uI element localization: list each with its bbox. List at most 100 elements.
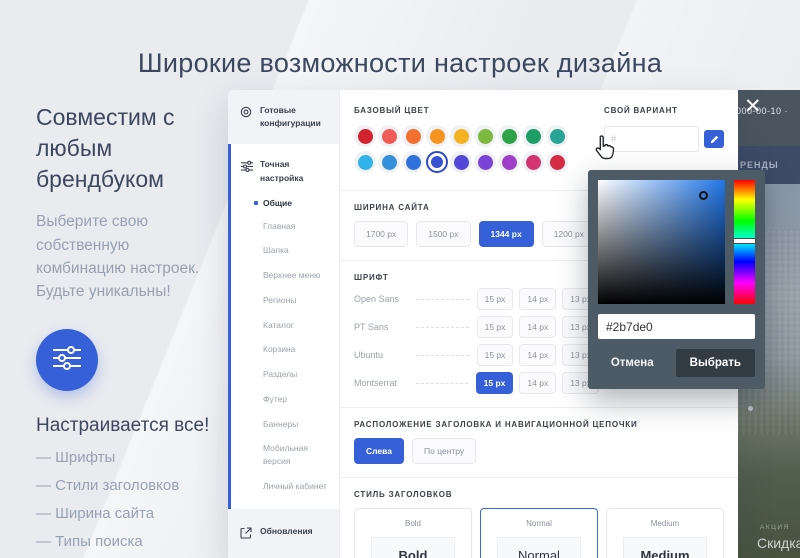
color-swatch-dot [502, 155, 517, 170]
color-swatch-dot [382, 129, 397, 144]
feature-item: — Ширина сайта [36, 505, 222, 522]
color-picker-button[interactable] [704, 130, 724, 148]
color-swatch-dot [454, 129, 469, 144]
font-size-button[interactable]: 15 px [477, 316, 514, 338]
section-divider [340, 407, 738, 408]
width-option-button[interactable]: 1500 px [416, 221, 470, 247]
leader-line [416, 299, 469, 300]
width-options: 1700 px1500 px1344 px1200 px [354, 221, 599, 247]
cancel-button[interactable]: Отмена [605, 356, 660, 370]
color-swatch[interactable] [546, 125, 568, 147]
font-size-button[interactable]: 15 px [476, 372, 514, 394]
color-swatch[interactable] [474, 151, 496, 173]
sidebar-item[interactable]: Шапка [263, 244, 331, 257]
left-heading: Совместим с любым брендбуком [36, 102, 222, 194]
sidebar-item[interactable]: Каталог [263, 319, 331, 332]
color-swatch-dot [431, 156, 443, 168]
color-swatch[interactable] [354, 125, 376, 147]
close-icon[interactable]: ✕ [742, 94, 764, 119]
hue-slider[interactable] [734, 180, 755, 304]
heading-style-cards: BoldBoldNormalNormalMediumMedium [354, 508, 724, 558]
sidebar-item-label: Обновления [260, 525, 313, 538]
sidebar-item-general-active[interactable]: Общие [254, 198, 331, 208]
sidebar-item[interactable]: Личный кабинет [263, 480, 331, 493]
color-swatch[interactable] [426, 125, 448, 147]
sidebar-item[interactable]: Верхнее меню [263, 269, 331, 282]
swatch-row [354, 151, 568, 173]
sidebar-item[interactable]: Футер [263, 393, 331, 406]
font-size-button[interactable]: 14 px [519, 316, 556, 338]
heading-style-card[interactable]: BoldBold [354, 508, 472, 558]
font-size-button[interactable]: 14 px [519, 372, 556, 394]
font-name: Open Sans [354, 294, 416, 304]
export-box-icon [240, 526, 252, 544]
heading-layout-section: РАСПОЛОЖЕНИЕ ЗАГОЛОВКА И НАВИГАЦИОННОЙ Ц… [354, 420, 724, 464]
color-swatch[interactable] [498, 151, 520, 173]
left-column: Совместим с любым брендбуком Выберите св… [36, 102, 222, 558]
saturation-area[interactable] [598, 180, 725, 304]
color-swatch[interactable] [546, 151, 568, 173]
color-swatch[interactable] [354, 151, 376, 173]
font-size-button[interactable]: 14 px [519, 288, 556, 310]
font-size-button[interactable]: 14 px [519, 344, 556, 366]
custom-color-input[interactable] [604, 126, 699, 152]
preview-menu-item: РЕНДЫ [740, 160, 779, 170]
heading-style-card[interactable]: NormalNormal [480, 508, 598, 558]
color-swatch[interactable] [498, 125, 520, 147]
feature-item: — Типы поиска [36, 533, 222, 550]
color-swatch[interactable] [402, 125, 424, 147]
heading-style-label: Medium [607, 519, 723, 528]
section-label: СВОЙ ВАРИАНТ [604, 106, 724, 115]
layout-option-button[interactable]: По центру [412, 438, 476, 464]
filter-badge [36, 329, 98, 391]
color-swatch[interactable] [450, 125, 472, 147]
sidebar-item[interactable]: Регионы [263, 294, 331, 307]
confirm-button[interactable]: Выбрать [676, 349, 755, 377]
sidebar-item-fine-tuning[interactable]: Точная настройка [241, 158, 331, 184]
sidebar-item[interactable]: Главная [263, 220, 331, 233]
color-swatch[interactable] [474, 125, 496, 147]
width-option-button[interactable]: 1700 px [354, 221, 408, 247]
section-label: СТИЛЬ ЗАГОЛОВКОВ [354, 490, 724, 499]
sidebar-item[interactable]: Корзина [263, 343, 331, 356]
font-size-button[interactable]: 15 px [477, 344, 514, 366]
hex-value-input[interactable] [598, 314, 755, 339]
swatch-row [354, 125, 568, 147]
color-swatch-dot [550, 155, 565, 170]
color-swatch-dot [430, 129, 445, 144]
leader-line [416, 383, 468, 384]
color-swatch[interactable] [402, 151, 424, 173]
sidebar-item[interactable]: Мобильная версия [263, 442, 331, 468]
sidebar-item-ready-configs[interactable]: Готовые конфигурации [228, 90, 339, 144]
sidebar-bottom: Обновления Получить демо-доступ [228, 509, 339, 558]
font-size-button[interactable]: 15 px [477, 288, 514, 310]
saturation-marker-icon[interactable] [699, 191, 708, 200]
color-swatch[interactable] [378, 125, 400, 147]
sidebar-item-label: Точная настройка [260, 158, 331, 184]
color-swatch[interactable] [522, 125, 544, 147]
section-label: РАСПОЛОЖЕНИЕ ЗАГОЛОВКА И НАВИГАЦИОННОЙ Ц… [354, 420, 724, 429]
hue-handle[interactable] [733, 238, 756, 244]
feature-list: — Шрифты— Стили заголовков— Ширина сайта… [36, 449, 222, 558]
sidebar-items: Главная Шапка Верхнее меню Регионы Каталог Ко… [263, 220, 331, 493]
color-swatch[interactable] [378, 151, 400, 173]
width-option-button[interactable]: 1344 px [479, 221, 534, 247]
leader-line [416, 355, 469, 356]
left-subheading: Настраивается все! [36, 415, 222, 437]
color-swatch-dot [382, 155, 397, 170]
color-swatch[interactable] [426, 151, 448, 173]
active-bullet-icon [254, 201, 258, 205]
sidebar-item[interactable]: Разделы [263, 368, 331, 381]
sidebar-item-updates[interactable]: Обновления [240, 525, 331, 544]
promo-tag: АКЦИЯ [760, 524, 790, 531]
feature-item: — Стили заголовков [36, 477, 222, 494]
sidebar-item[interactable]: Баннеры [263, 418, 331, 431]
color-swatch[interactable] [522, 151, 544, 173]
color-swatch[interactable] [450, 151, 472, 173]
font-row: PT Sans15 px14 px13 px [354, 316, 599, 338]
heading-style-card[interactable]: MediumMedium [606, 508, 724, 558]
lifebuoy-icon [240, 105, 252, 123]
layout-option-button[interactable]: Слева [354, 438, 404, 464]
sidebar: Готовые конфигурации Точная настройка [228, 90, 340, 558]
color-swatch-dot [358, 129, 373, 144]
